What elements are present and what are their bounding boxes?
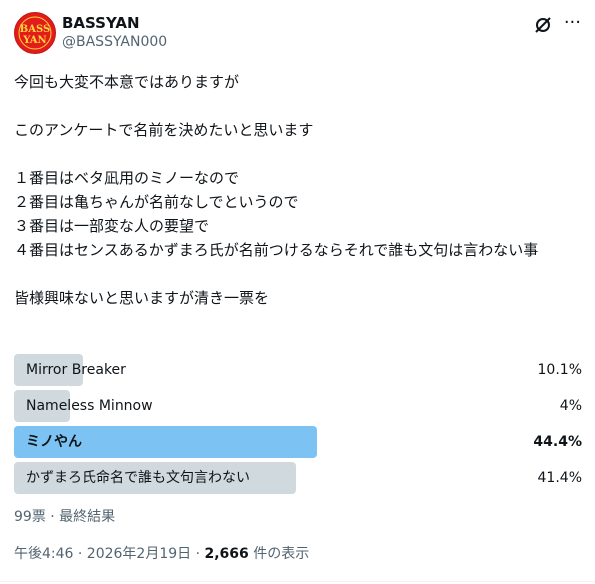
post-text: 今回も大変不本意ではありますが このアンケートで名前を決めたいと思います １番目… [14,73,539,307]
post-header: BASS YAN BASSYAN @BASSYAN000 ··· [12,10,583,56]
avatar-text-top: BASS [20,24,50,35]
views-label: 件の表示 [248,546,310,562]
divider [0,581,595,582]
poll-option: Mirror Breaker 10.1% [14,354,582,386]
post-meta: 午後4:46 · 2026年2月19日 · 2,666 件の表示 [14,543,309,563]
views-count: 2,666 [204,546,249,562]
avatar[interactable]: BASS YAN [14,12,56,54]
author-handle[interactable]: @BASSYAN000 [62,34,167,50]
timestamp[interactable]: 午後4:46 · 2026年2月19日 · [14,546,205,562]
more-icon[interactable]: ··· [564,12,581,33]
author-name[interactable]: BASSYAN [62,14,140,32]
poll-option-percent: 44.4% [533,434,582,450]
poll: Mirror Breaker 10.1% Nameless Minnow 4% … [14,354,582,498]
poll-summary: 99票 · 最終結果 [14,509,116,525]
poll-option-percent: 41.4% [537,470,582,486]
poll-option: かずまろ氏命名で誰も文句言わない 41.4% [14,462,582,494]
poll-option: Nameless Minnow 4% [14,390,582,422]
poll-option: ミノやん 44.4% [14,426,582,458]
poll-option-percent: 4% [559,398,582,414]
avatar-text-bottom: YAN [22,35,46,46]
poll-option-percent: 10.1% [537,362,582,378]
poll-option-label: Mirror Breaker [26,362,126,378]
poll-option-label: かずまろ氏命名で誰も文句言わない [26,470,250,486]
grok-icon[interactable] [533,15,553,35]
poll-option-label: ミノやん [26,434,82,450]
poll-option-label: Nameless Minnow [26,398,153,414]
